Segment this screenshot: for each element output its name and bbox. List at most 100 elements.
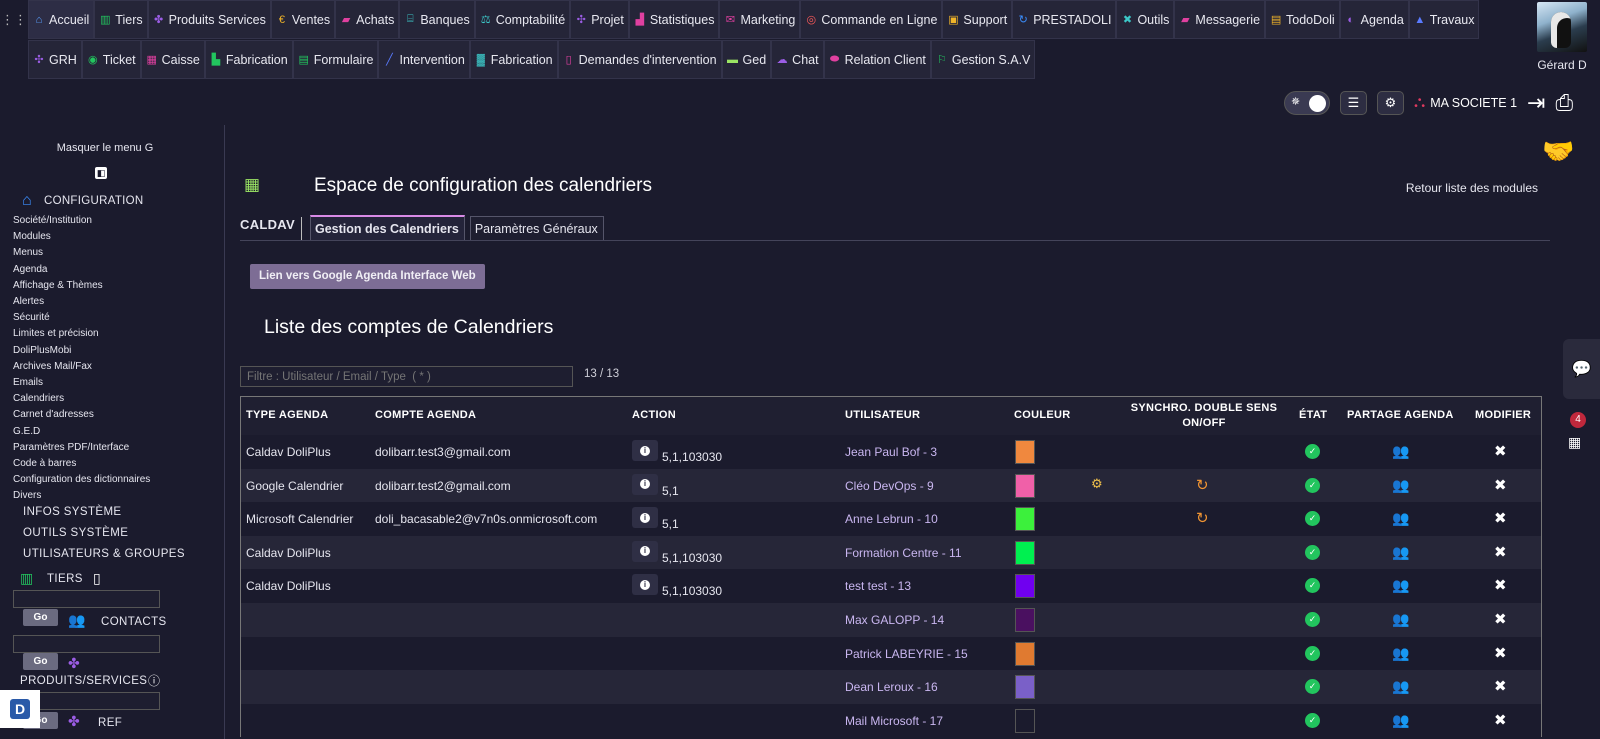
nav-item-outils[interactable]: ✖ Outils bbox=[1116, 0, 1175, 39]
print-icon[interactable]: ⎙ bbox=[1555, 90, 1573, 116]
tab-parametres-generaux[interactable]: Paramètres Généraux bbox=[469, 216, 604, 240]
cell-utilisateur[interactable]: Mail Microsoft - 17 bbox=[845, 714, 943, 728]
nav-item-ged[interactable]: ▬ Ged bbox=[721, 40, 772, 79]
share-users-icon[interactable]: 👥 bbox=[1392, 712, 1409, 729]
filter-input[interactable] bbox=[240, 366, 573, 387]
edit-tools-icon[interactable]: ✖ bbox=[1494, 509, 1507, 527]
nav-item-projet[interactable]: ✣ Projet bbox=[570, 0, 629, 39]
edit-tools-icon[interactable]: ✖ bbox=[1494, 476, 1507, 494]
nav-item-chat[interactable]: ☁ Chat bbox=[771, 40, 824, 79]
status-ok-icon[interactable]: ✓ bbox=[1305, 578, 1320, 594]
mobile-icon[interactable]: ▯ bbox=[93, 570, 101, 587]
logout-icon[interactable]: ⇥ bbox=[1527, 90, 1545, 116]
nav-item-commande-en-ligne[interactable]: ◎ Commande en Ligne bbox=[800, 0, 943, 39]
contacts-go-button[interactable]: Go bbox=[23, 653, 58, 670]
config-item[interactable]: Carnet d'adresses bbox=[13, 407, 150, 423]
avatar[interactable] bbox=[1537, 2, 1587, 52]
nav-item-accueil[interactable]: ⌂ Accueil bbox=[28, 0, 95, 39]
status-ok-icon[interactable]: ✓ bbox=[1305, 544, 1320, 560]
nav-item-demandes-d-intervention[interactable]: ▯ Demandes d'intervention bbox=[557, 40, 722, 79]
nav-item-tododoli[interactable]: ▤ TodoDoli bbox=[1265, 0, 1340, 39]
edit-tools-icon[interactable]: ✖ bbox=[1494, 442, 1507, 460]
calendar-check-icon[interactable]: ▦ bbox=[1568, 434, 1581, 451]
nav-item-produits-services[interactable]: ✤ Produits Services bbox=[147, 0, 271, 39]
cell-utilisateur[interactable]: Cléo DevOps - 9 bbox=[845, 479, 934, 493]
nav-item-intervention[interactable]: ╱ Intervention bbox=[378, 40, 470, 79]
chat-side-tab[interactable]: 💬 bbox=[1563, 339, 1600, 399]
info-icon[interactable]: ⓘ bbox=[148, 672, 160, 689]
share-users-icon[interactable]: 👥 bbox=[1392, 577, 1409, 594]
config-item[interactable]: Société/Institution bbox=[13, 213, 150, 229]
nav-item-banques[interactable]: ⌸ Banques bbox=[399, 0, 475, 39]
col-compte-agenda[interactable]: COMPTE AGENDA bbox=[375, 409, 476, 421]
nav-item-caisse[interactable]: ▦ Caisse bbox=[140, 40, 205, 79]
cell-utilisateur[interactable]: Anne Lebrun - 10 bbox=[845, 512, 938, 526]
edit-tools-icon[interactable]: ✖ bbox=[1494, 610, 1507, 628]
config-item[interactable]: Configuration des dictionnaires bbox=[13, 472, 150, 488]
google-agenda-link-button[interactable]: Lien vers Google Agenda Interface Web bbox=[250, 264, 485, 289]
action-info-button[interactable]: i bbox=[632, 574, 658, 596]
edit-tools-icon[interactable]: ✖ bbox=[1494, 711, 1507, 729]
sync-icon[interactable]: ↻ bbox=[1196, 476, 1209, 494]
nav-item-achats[interactable]: ▰ Achats bbox=[335, 0, 400, 39]
tiers-search-input[interactable] bbox=[13, 590, 160, 608]
config-item[interactable]: Code à barres bbox=[13, 456, 150, 472]
status-ok-icon[interactable]: ✓ bbox=[1305, 712, 1320, 728]
col-couleur[interactable]: COULEUR bbox=[1014, 409, 1071, 421]
nav-item-messagerie[interactable]: ▰ Messagerie bbox=[1174, 0, 1266, 39]
config-item[interactable]: G.E.D bbox=[13, 424, 150, 440]
cell-utilisateur[interactable]: Jean Paul Bof - 3 bbox=[845, 445, 937, 459]
cell-utilisateur[interactable]: Patrick LABEYRIE - 15 bbox=[845, 647, 968, 661]
cell-utilisateur[interactable]: Formation Centre - 11 bbox=[845, 546, 962, 560]
config-item[interactable]: Sécurité bbox=[13, 310, 150, 326]
col-utilisateur[interactable]: UTILISATEUR bbox=[845, 409, 920, 421]
cell-utilisateur[interactable]: Dean Leroux - 16 bbox=[845, 680, 938, 694]
nav-item-agenda[interactable]: ◐ Agenda bbox=[1339, 0, 1409, 39]
share-users-icon[interactable]: 👥 bbox=[1392, 510, 1409, 527]
share-users-icon[interactable]: 👥 bbox=[1392, 611, 1409, 628]
sidebar-item-infos[interactable]: INFOS SYSTÈME bbox=[23, 506, 122, 518]
sidebar-item-tiers[interactable]: TIERS bbox=[47, 573, 83, 585]
nav-item-tiers[interactable]: ▥ Tiers bbox=[94, 0, 148, 39]
dolibarr-logo[interactable]: D bbox=[0, 690, 40, 728]
back-to-modules-link[interactable]: Retour liste des modules bbox=[1406, 181, 1538, 195]
share-users-icon[interactable]: 👥 bbox=[1392, 678, 1409, 695]
nav-item-fabrication[interactable]: ▓ Fabrication bbox=[469, 40, 558, 79]
share-users-icon[interactable]: 👥 bbox=[1392, 544, 1409, 561]
action-info-button[interactable]: i bbox=[632, 473, 658, 495]
nav-item-marketing[interactable]: ✉ Marketing bbox=[719, 0, 801, 39]
company-selector[interactable]: ⛬ MA SOCIETE 1 bbox=[1414, 94, 1517, 112]
cell-utilisateur[interactable]: test test - 13 bbox=[845, 579, 911, 593]
col-synchro[interactable]: SYNCHRO. DOUBLE SENS ON/OFF bbox=[1129, 401, 1279, 431]
nav-item-gestion-s-a-v[interactable]: ⚐ Gestion S.A.V bbox=[930, 40, 1036, 79]
notification-badge[interactable]: 4 bbox=[1570, 412, 1586, 428]
nav-item-ticket[interactable]: ◉ Ticket bbox=[81, 40, 141, 79]
config-item[interactable]: Menus bbox=[13, 245, 150, 261]
config-item[interactable]: Agenda bbox=[13, 262, 150, 278]
nav-item-prestadoli[interactable]: ↻ PRESTADOLI bbox=[1012, 0, 1117, 39]
config-item[interactable]: Limites et précision bbox=[13, 326, 150, 342]
col-type-agenda[interactable]: TYPE AGENDA bbox=[246, 409, 328, 421]
status-ok-icon[interactable]: ✓ bbox=[1305, 645, 1320, 661]
share-users-icon[interactable]: 👥 bbox=[1392, 477, 1409, 494]
nav-item-travaux[interactable]: ▲ Travaux bbox=[1408, 0, 1480, 39]
settings-button[interactable]: ⚙ bbox=[1377, 91, 1404, 115]
nav-item-formulaire[interactable]: ▤ Formulaire bbox=[292, 40, 379, 79]
nav-item-relation-client[interactable]: ⬬ Relation Client bbox=[823, 40, 931, 79]
tiers-go-button[interactable]: Go bbox=[23, 609, 58, 626]
action-info-button[interactable]: i bbox=[632, 507, 658, 529]
nav-item-ventes[interactable]: € Ventes bbox=[270, 0, 336, 39]
cell-utilisateur[interactable]: Max GALOPP - 14 bbox=[845, 613, 944, 627]
nav-item-comptabilit-[interactable]: ⚖ Comptabilité bbox=[474, 0, 571, 39]
edit-tools-icon[interactable]: ✖ bbox=[1494, 677, 1507, 695]
sidebar-item-users[interactable]: UTILISATEURS & GROUPES bbox=[23, 548, 185, 560]
share-users-icon[interactable]: 👥 bbox=[1392, 645, 1409, 662]
sidebar-item-produits[interactable]: PRODUITS/SERVICES bbox=[20, 675, 147, 687]
config-item[interactable]: Emails bbox=[13, 375, 150, 391]
status-ok-icon[interactable]: ✓ bbox=[1305, 477, 1320, 493]
action-info-button[interactable]: i bbox=[632, 540, 658, 562]
config-item[interactable]: Divers bbox=[13, 488, 150, 504]
user-menu[interactable]: Gérard D bbox=[1532, 2, 1592, 72]
sidebar-item-contacts[interactable]: CONTACTS bbox=[101, 616, 167, 628]
col-etat[interactable]: ÉTAT bbox=[1299, 409, 1327, 421]
